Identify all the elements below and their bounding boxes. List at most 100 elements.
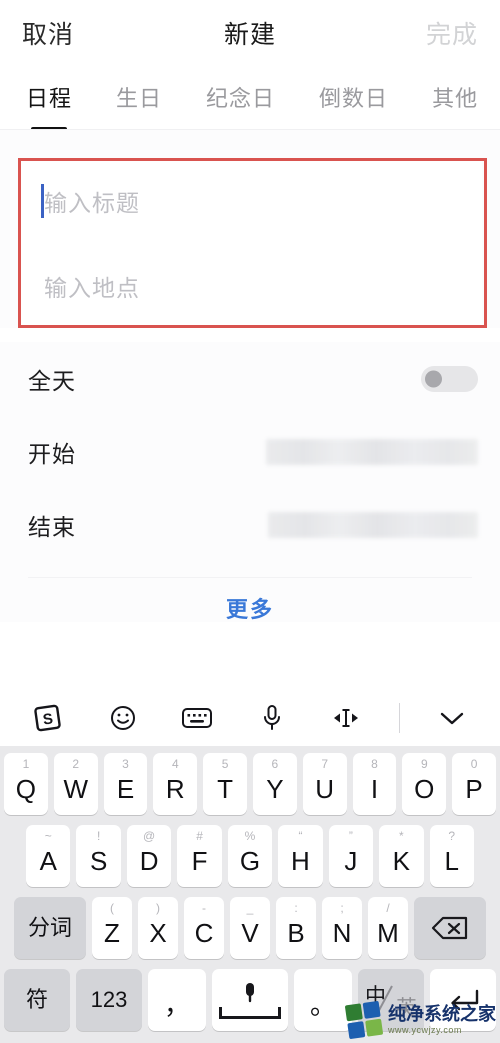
key-x[interactable]: ) X: [138, 897, 178, 959]
key-y[interactable]: 6Y: [253, 753, 297, 815]
key-label: 。: [309, 990, 336, 1020]
more-options-area: 更多: [0, 578, 500, 622]
key-label: I: [370, 774, 379, 804]
key-label: N: [332, 918, 352, 948]
key-f[interactable]: # F: [177, 825, 222, 887]
key-z[interactable]: (Z: [92, 897, 132, 959]
key-sup: 6: [271, 757, 279, 771]
title-field[interactable]: 输入标题: [30, 158, 470, 243]
done-button[interactable]: 完成: [426, 15, 478, 51]
key-label: H: [291, 846, 310, 876]
key-label: 分词: [27, 915, 72, 940]
key-sup: 4: [171, 757, 179, 771]
key-e[interactable]: 3E: [103, 753, 148, 815]
text-caret: [41, 183, 44, 218]
event-form: 输入标题 输入地点: [0, 130, 500, 328]
cursor-move-icon[interactable]: [324, 698, 368, 738]
key-k[interactable]: * K: [379, 825, 424, 887]
key-label: E: [116, 774, 135, 804]
key-a[interactable]: ~ A: [26, 825, 71, 887]
key-label: T: [217, 774, 234, 804]
key-symbols[interactable]: 符: [4, 969, 70, 1031]
key-space[interactable]: [212, 969, 288, 1031]
input-card: 输入标题 输入地点: [18, 158, 482, 328]
key-m[interactable]: / M: [368, 897, 408, 959]
location-field[interactable]: 输入地点: [30, 243, 470, 328]
tab-schedule[interactable]: 日程: [26, 81, 72, 115]
key-label: B: [287, 918, 305, 948]
tab-anniversary[interactable]: 纪念日: [206, 81, 275, 115]
more-button[interactable]: 更多: [226, 592, 274, 622]
key-i[interactable]: 8I: [352, 753, 397, 815]
event-options: 全天 开始 结束: [0, 342, 500, 578]
key-label: M: [377, 918, 399, 948]
key-sup: 5: [221, 757, 229, 771]
key-o[interactable]: 9O: [402, 753, 447, 815]
key-b[interactable]: :B: [276, 897, 316, 959]
end-value-redacted[interactable]: [268, 511, 478, 538]
microphone-icon[interactable]: [250, 698, 294, 738]
key-label: C: [194, 918, 214, 948]
row-start-time[interactable]: 开始: [0, 415, 500, 488]
keyboard-icon[interactable]: [175, 698, 219, 738]
key-l[interactable]: ? L: [429, 825, 474, 887]
all-day-toggle[interactable]: [421, 365, 478, 392]
key-s[interactable]: ! S: [76, 825, 121, 887]
key-sup: 7: [321, 757, 329, 771]
key-period[interactable]: 。: [294, 969, 352, 1031]
key-label: P: [465, 774, 483, 804]
key-r[interactable]: 4R: [153, 753, 198, 815]
emoji-icon[interactable]: [101, 698, 145, 738]
key-h[interactable]: “H: [278, 825, 323, 887]
page-title: 新建: [223, 21, 277, 49]
key-label: F: [191, 846, 208, 876]
keyboard-row-2: ~ A ! S @ D # F % G “H ” J * K ? L: [4, 825, 496, 887]
row-all-day[interactable]: 全天: [0, 342, 500, 415]
key-d[interactable]: @ D: [126, 825, 172, 887]
svg-text:S: S: [42, 710, 54, 728]
key-label: R: [165, 774, 185, 804]
key-j[interactable]: ” J: [328, 825, 374, 887]
toolbar-separator: [398, 702, 400, 733]
key-label: J: [344, 846, 358, 876]
key-w[interactable]: 2W: [53, 753, 98, 815]
row-end-time[interactable]: 结束: [0, 488, 500, 561]
key-sup: /: [386, 901, 390, 915]
collapse-keyboard-icon[interactable]: [430, 698, 474, 738]
tab-other[interactable]: 其他: [432, 81, 478, 115]
key-p[interactable]: 0P: [452, 753, 496, 815]
tab-countdown[interactable]: 倒数日: [319, 81, 388, 115]
key-q[interactable]: 1Q: [4, 753, 48, 815]
start-label: 开始: [28, 440, 76, 467]
key-sup: 8: [371, 757, 378, 771]
location-placeholder: 输入地点: [44, 274, 140, 301]
key-c[interactable]: -C: [184, 897, 224, 959]
watermark: 纯净系统之家 www.ycwjzy.com: [344, 1000, 496, 1040]
key-label: Z: [104, 918, 120, 948]
cancel-button[interactable]: 取消: [22, 15, 74, 51]
title-placeholder: 输入标题: [44, 189, 140, 216]
space-microphone-icon: [246, 983, 254, 1003]
key-n[interactable]: ; N: [322, 897, 362, 959]
backspace-icon[interactable]: [414, 897, 486, 959]
key-numeric[interactable]: 123: [76, 969, 142, 1031]
navigation-bar: 取消 新建 完成: [0, 0, 500, 66]
key-g[interactable]: % G: [227, 825, 273, 887]
sogou-logo-icon[interactable]: S: [26, 698, 70, 738]
key-sup: “: [298, 829, 303, 843]
keyboard-keys: 1Q 2W 3E 4R 5T 6Y 7U 8I 9O 0P ~ A ! S @ D #…: [0, 746, 500, 1043]
software-keyboard: S 1 Q 2 W 3 E 4 R 5 T 6 Y 7 U 8 I 9 O 0 …: [0, 689, 500, 1043]
key-split-word[interactable]: 分词: [14, 897, 86, 959]
key-sup: ): [156, 901, 160, 915]
key-v[interactable]: _ V: [230, 897, 270, 959]
key-comma[interactable]: ，: [148, 969, 206, 1031]
tab-birthday[interactable]: 生日: [116, 81, 162, 115]
key-label: G: [239, 846, 261, 876]
key-label: K: [392, 846, 410, 876]
key-t[interactable]: 5T: [203, 753, 247, 815]
key-sup: _: [246, 901, 254, 915]
start-value-redacted[interactable]: [266, 438, 478, 465]
key-u[interactable]: 7U: [302, 753, 347, 815]
end-label: 结束: [28, 513, 76, 540]
key-sup: @: [143, 829, 156, 843]
